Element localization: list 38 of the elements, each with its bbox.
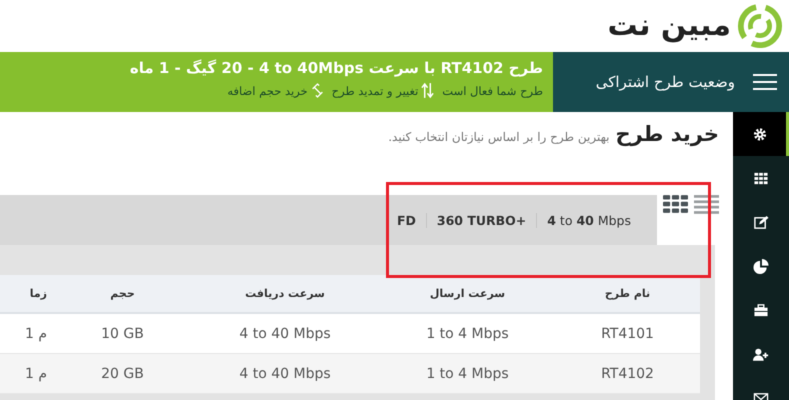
column-header: سرعت دریافت — [245, 287, 325, 300]
filter-option[interactable]: 360 TURBO+ — [426, 212, 538, 228]
filter-option[interactable]: FD — [386, 212, 427, 228]
grid-view-icon[interactable] — [663, 193, 688, 215]
column-header: نام طرح — [604, 287, 650, 300]
plan-link[interactable]: تغییر و تمدید طرح — [332, 82, 434, 99]
table-cell: RT4101 — [601, 326, 654, 342]
table-cell: 10 GB — [101, 326, 144, 342]
logo-text: مبین نت — [607, 11, 731, 41]
briefcase-icon — [753, 302, 769, 318]
table-cell: 4 to 40 Mbps — [239, 326, 331, 342]
list-view-icon[interactable] — [694, 193, 719, 215]
logo-icon — [737, 3, 783, 49]
column-header: سرعت ارسال — [430, 287, 506, 300]
table-cell: 20 GB — [101, 366, 144, 382]
user-plus-icon — [753, 346, 769, 362]
page-title: خرید طرح — [615, 122, 719, 146]
column-header: حجم — [110, 287, 135, 300]
up-down-arrows-icon — [421, 82, 434, 99]
column-header: زما — [30, 287, 48, 300]
table-cell: 1 to 4 Mbps — [426, 326, 509, 342]
grid-icon — [753, 170, 769, 186]
table-cell: 4 to 40 Mbps — [239, 366, 331, 382]
page-subtitle: بهترین طرح را بر اساس نیازتان انتخاب کنید. — [388, 130, 610, 144]
sidebar-item[interactable] — [733, 112, 789, 156]
menu-icon[interactable] — [753, 72, 777, 92]
edit-icon — [753, 214, 769, 230]
plan-link[interactable]: خرید حجم اضافه — [227, 82, 324, 99]
pie-chart-icon — [753, 258, 769, 274]
plan-status: طرح شما فعال است — [442, 84, 543, 98]
filter-option[interactable]: 4 to 40 Mbps — [537, 212, 641, 228]
settings-icon — [752, 126, 768, 142]
table-cell: RT4102 — [601, 366, 654, 382]
header-title: وضعیت طرح اشتراکی — [596, 73, 735, 91]
table-cell: 1 to 4 Mbps — [426, 366, 509, 382]
table-cell-text: 1 م — [24, 326, 48, 342]
swap-arrows-icon — [310, 82, 324, 99]
table-cell-text: 1 م — [24, 366, 48, 382]
